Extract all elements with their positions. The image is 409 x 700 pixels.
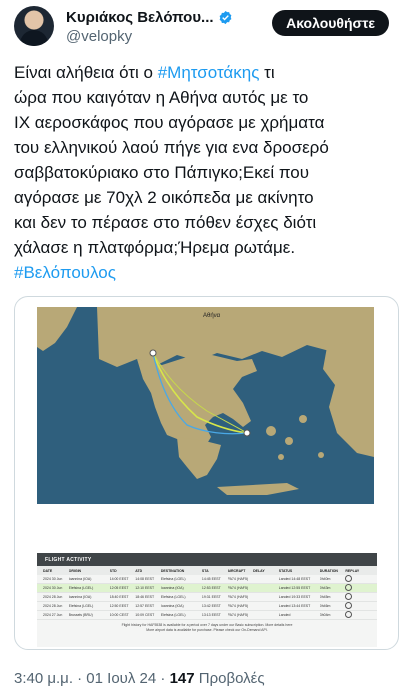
author-name[interactable]: Κυριάκος Βελόπου... [66, 9, 214, 26]
table-cell: PA74 (HAF5) [227, 577, 249, 581]
views-count: 147 [169, 670, 195, 687]
table-row: 2024 30 Jun Ioannina (IOA) 14:00 EEST 14:08… [37, 575, 377, 584]
follow-button[interactable]: Ακολουθήστε [272, 10, 389, 36]
table-cell: 12:05 EEST [109, 586, 129, 590]
tweet-line: σαββατοκύριακο στο Πάπιγκο;Εκεί που [14, 163, 310, 182]
table-cell: 13:42 EEST [201, 604, 221, 608]
tweet-line: του ελληνικού λαού πήγε για ενα δροσερό [14, 138, 329, 157]
flight-map: Αθήνα [37, 307, 374, 504]
panel-title: FLIGHT ACTIVITY [37, 553, 377, 566]
table-cell: 12:10 EEST [135, 586, 155, 590]
table-cell: PA74 (HAF5) [227, 604, 249, 608]
table-cell: 14:45 EEST [201, 577, 221, 581]
table-cell: 18:46 EEST [135, 595, 155, 599]
tweet-line: Είναι αλήθεια ότι ο #Μητσοτάκης τι [14, 63, 275, 82]
flight-activity-panel: FLIGHT ACTIVITY DATE ORIGIN STD ATD DEST… [37, 553, 377, 647]
verified-badge-icon [219, 10, 231, 25]
table-cell: 2024 27 Jun [43, 613, 63, 617]
timestamp[interactable]: 3:40 μ.μ. · 01 Ιουλ 24 · [14, 670, 170, 687]
tweet-line: ΙΧ αεροσκάφος που αγόρασε με χρήματα [14, 113, 325, 132]
table-cell: 3h04m [319, 613, 331, 617]
table-cell: Landed 19:33 EEST [278, 595, 311, 599]
table-cell: 12:53 EEST [201, 586, 221, 590]
tweet-meta: 3:40 μ.μ. · 01 Ιουλ 24 · 147 Προβολές [14, 670, 265, 687]
table-cell: Ioannina (IOA) [160, 586, 184, 590]
table-cell: Landed 14:48 EEST [278, 577, 311, 581]
table-cell: 2024 28 Jun [43, 595, 63, 599]
table-cell: PA74 (HAF5) [227, 613, 249, 617]
tweet-line: #Βελόπουλος [14, 260, 394, 285]
hashtag-link[interactable]: #Μητσοτάκης [158, 63, 260, 82]
author-handle[interactable]: @velopky [66, 28, 132, 45]
replay-icon [345, 611, 371, 619]
views-label: Προβολές [194, 670, 265, 687]
table-cell: 10:09 CEST [135, 613, 155, 617]
map-city-label: Αθήνα [203, 312, 221, 319]
table-cell: 0h43m [319, 586, 331, 590]
table-cell: Elefsina (LGEL) [160, 613, 186, 617]
table-cell: 0h45m [319, 595, 331, 599]
table-cell: 2024 28 Jun [43, 604, 63, 608]
tweet-line: και δεν το πέρασε στο πόθεν έσχες διότι [14, 213, 317, 232]
panel-footer: Flight history for HAF5538 is available … [121, 623, 293, 632]
table-cell: 0h46m [319, 604, 331, 608]
table-cell: PA74 (HAF5) [227, 586, 249, 590]
table-cell: Ioannina (IOA) [160, 604, 184, 608]
table-cell: 19:31 EEST [201, 595, 221, 599]
tweet-header: Κυριάκος Βελόπου... @velopky Ακολουθήστε [14, 6, 399, 50]
table-header: DATE ORIGIN STD ATD DESTINATION STA AIRC… [37, 566, 377, 575]
tweet-text: Είναι αλήθεια ότι ο #Μητσοτάκης τι ώρα π… [14, 60, 394, 285]
replay-icon [345, 584, 371, 592]
table-cell: Elefsina (LGEL) [68, 604, 94, 608]
table-cell: Ioannina (IOA) [68, 577, 92, 581]
table-cell: Brussels (BRU) [68, 613, 93, 617]
table-cell: 12:57 EEST [135, 604, 155, 608]
table-cell: 0h40m [319, 577, 331, 581]
replay-icon [345, 575, 371, 583]
replay-icon [345, 593, 371, 601]
table-row: 2024 28 Jun Ioannina (IOA) 18:40 EEST 18:46… [37, 593, 377, 602]
table-cell: 2024 30 Jun [43, 577, 63, 581]
hashtag-link[interactable]: #Βελόπουλος [14, 263, 116, 282]
author-name-row: Κυριάκος Βελόπου... [66, 9, 233, 26]
table-cell: 14:00 EEST [109, 577, 129, 581]
table-cell: 18:40 EEST [109, 595, 129, 599]
table-cell: Landed 12:55 EEST [278, 586, 311, 590]
table-cell: 10:00 CEST [109, 613, 129, 617]
table-row: 2024 28 Jun Elefsina (LGEL) 12:50 EEST 12:5… [37, 602, 377, 611]
table-cell: PA74 (HAF5) [227, 595, 249, 599]
table-cell: Ioannina (IOA) [68, 595, 92, 599]
table-cell: 2024 30 Jun [43, 586, 63, 590]
table-cell: 14:08 EEST [135, 577, 155, 581]
tweet-line: αγόρασε με 70χλ 2 οικόπεδα με ακίνητο [14, 188, 314, 207]
table-cell: Elefsina (LGEL) [68, 586, 94, 590]
tweet-line: χάλασε η πλατφόρμα;Ήρεμα ρωτάμε. [14, 238, 296, 257]
avatar[interactable] [14, 6, 54, 46]
tweet-line: ώρα που καιγόταν η Αθήνα αυτός με το [14, 88, 309, 107]
table-row: 2024 27 Jun Brussels (BRU) 10:00 CEST 10:09… [37, 611, 377, 620]
table-cell: 13:13 EEST [201, 613, 221, 617]
replay-icon [345, 602, 371, 610]
table-cell: Landed 13:44 EEST [278, 604, 311, 608]
table-cell: Elefsina (LGEL) [160, 577, 186, 581]
table-cell: Landed [278, 613, 291, 617]
table-cell: Elefsina (LGEL) [160, 595, 186, 599]
table-row: 2024 30 Jun Elefsina (LGEL) 12:05 EEST 12:1… [37, 584, 377, 593]
tweet-media-image[interactable]: Αθήνα FLIGHT ACTIVITY DATE ORIGIN STD AT… [14, 296, 399, 650]
table-cell: 12:50 EEST [109, 604, 129, 608]
